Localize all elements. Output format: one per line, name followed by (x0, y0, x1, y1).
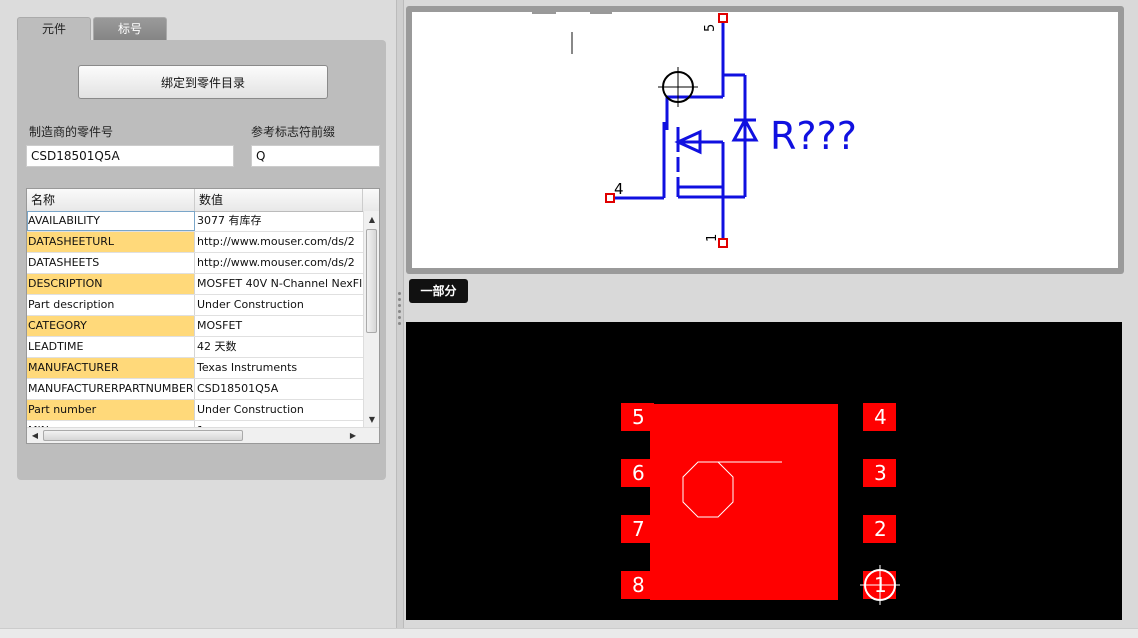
property-value[interactable]: CSD18501Q5A (195, 379, 363, 399)
grid-vertical-scrollbar[interactable]: ▲ ▼ (363, 211, 379, 429)
property-name[interactable]: Part description (27, 295, 195, 315)
grid-row[interactable]: DATASHEETS http://www.mouser.com/ds/2 (27, 253, 363, 274)
scroll-right-icon[interactable]: ▶ (345, 429, 361, 443)
pin-5-end (718, 13, 728, 23)
pad-label-3: 3 (874, 461, 887, 485)
pin-number-4: 4 (614, 180, 624, 198)
property-value[interactable]: Under Construction (195, 400, 363, 420)
grid-row[interactable]: MANUFACTURER Texas Instruments (27, 358, 363, 379)
pin-number-5: 5 (703, 24, 718, 32)
grid-rows: AVAILABILITY 3077 有库存 DATASHEETURL http://w… (27, 211, 363, 429)
properties-panel: 元件 标号 绑定到零件目录 制造商的零件号 CSD18501Q5A 参考标志符前… (0, 0, 396, 638)
property-value[interactable]: MOSFET (195, 316, 363, 336)
property-value[interactable]: 42 天数 (195, 337, 363, 357)
grid-row[interactable]: AVAILABILITY 3077 有库存 (27, 211, 363, 232)
pin-number-1: 1 (705, 234, 720, 242)
pad-label-5: 5 (632, 405, 645, 429)
scroll-left-icon[interactable]: ◀ (27, 429, 43, 443)
thermal-pad (650, 404, 838, 600)
reference-designator: R??? (770, 114, 857, 158)
pin-1-end (718, 238, 728, 248)
mosfet-symbol: 5 4 1 R??? (532, 12, 857, 248)
grid-row[interactable]: DESCRIPTION MOSFET 40V N-Channel NexFl (27, 274, 363, 295)
property-value[interactable]: Under Construction (195, 295, 363, 315)
panel-splitter[interactable] (396, 0, 404, 638)
grid-header: 名称 数值 (27, 189, 379, 212)
ref-prefix-field[interactable]: Q (251, 145, 380, 167)
grid-row[interactable]: LEADTIME 42 天数 (27, 337, 363, 358)
manufacturer-part-field[interactable]: CSD18501Q5A (26, 145, 234, 167)
ref-prefix-label: 参考标志符前缀 (251, 125, 336, 139)
property-name[interactable]: DATASHEETS (27, 253, 195, 273)
grid-horizontal-scroll-thumb[interactable] (43, 430, 243, 441)
property-name[interactable]: DESCRIPTION (27, 274, 195, 294)
property-name[interactable]: MANUFACTURER (27, 358, 195, 378)
tab-label[interactable]: 标号 (93, 17, 167, 40)
scroll-up-icon[interactable]: ▲ (364, 213, 379, 227)
footprint-preview[interactable]: 5 6 7 8 4 3 2 1 (406, 322, 1122, 620)
tab-component[interactable]: 元件 (17, 17, 91, 40)
pad-label-8: 8 (632, 573, 645, 597)
property-value[interactable]: http://www.mouser.com/ds/2 (195, 253, 363, 273)
grid-row[interactable]: Part description Under Construction (27, 295, 363, 316)
grid-row[interactable]: MANUFACTURERPARTNUMBER CSD18501Q5A (27, 379, 363, 400)
bind-to-catalog-button[interactable]: 绑定到零件目录 (78, 65, 328, 99)
property-value[interactable]: 3077 有库存 (195, 211, 363, 231)
property-name[interactable]: Part number (27, 400, 195, 420)
column-header-name[interactable]: 名称 (27, 189, 195, 211)
property-value[interactable]: http://www.mouser.com/ds/2 (195, 232, 363, 252)
grid-row[interactable]: Part number Under Construction (27, 400, 363, 421)
pad-label-4: 4 (874, 405, 887, 429)
property-name[interactable]: AVAILABILITY (27, 211, 195, 231)
tab-part[interactable]: 一部分 (409, 279, 468, 303)
grid-row[interactable]: CATEGORY MOSFET (27, 316, 363, 337)
grid-row[interactable]: DATASHEETURL http://www.mouser.com/ds/2 (27, 232, 363, 253)
pad-label-7: 7 (632, 517, 645, 541)
property-name[interactable]: LEADTIME (27, 337, 195, 357)
scroll-down-icon[interactable]: ▼ (364, 413, 379, 427)
grid-vertical-scroll-thumb[interactable] (366, 229, 377, 333)
property-value[interactable]: MOSFET 40V N-Channel NexFl (195, 274, 363, 294)
footprint-drawing: 5 6 7 8 4 3 2 1 (621, 403, 900, 605)
column-header-value[interactable]: 数值 (195, 189, 363, 211)
schematic-preview[interactable]: 5 4 1 R??? (412, 12, 1118, 268)
properties-grid: 名称 数值 AVAILABILITY 3077 有库存 DATASHEETURL ht… (26, 188, 380, 444)
pin-4-end (605, 193, 615, 203)
property-name[interactable]: CATEGORY (27, 316, 195, 336)
pad-label-6: 6 (632, 461, 645, 485)
pad-label-2: 2 (874, 517, 887, 541)
grid-horizontal-scrollbar[interactable]: ◀ ▶ (27, 427, 379, 443)
manufacturer-part-label: 制造商的零件号 (29, 125, 114, 139)
property-value[interactable]: Texas Instruments (195, 358, 363, 378)
status-strip (0, 628, 1138, 638)
splitter-grip-icon[interactable] (398, 292, 402, 332)
property-name[interactable]: DATASHEETURL (27, 232, 195, 252)
property-name[interactable]: MANUFACTURERPARTNUMBER (27, 379, 195, 399)
mosfet-wires (610, 18, 747, 243)
